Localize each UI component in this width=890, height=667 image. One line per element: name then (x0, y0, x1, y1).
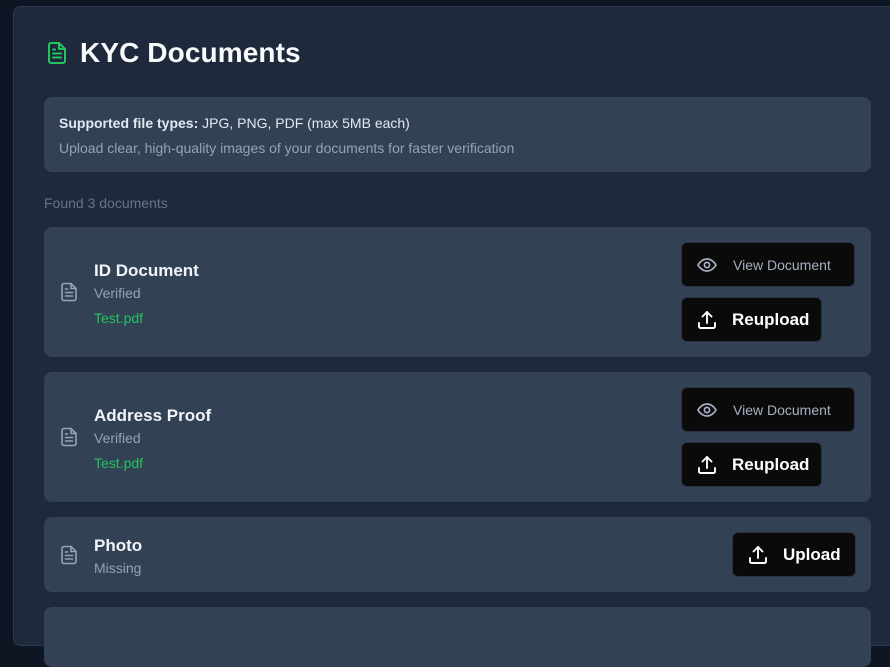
document-name: ID Document (94, 261, 199, 280)
reupload-label: Reupload (732, 454, 810, 474)
reupload-button[interactable]: Reupload (681, 442, 822, 487)
kyc-documents-panel: KYC Documents Supported file types: JPG,… (13, 6, 890, 667)
document-status: Verified (94, 430, 141, 446)
document-name: Address Proof (94, 406, 212, 425)
page-title: KYC Documents (80, 37, 301, 68)
upload-icon (697, 310, 717, 330)
file-text-icon (60, 427, 78, 447)
eye-icon (697, 257, 717, 273)
documents-count: Found 3 documents (44, 195, 168, 211)
upload-button[interactable]: Upload (732, 532, 856, 577)
view-document-button[interactable]: View Document (681, 242, 855, 287)
reupload-label: Reupload (732, 309, 810, 329)
document-status: Missing (94, 560, 142, 576)
document-file-link[interactable]: Test.pdf (94, 455, 143, 471)
upload-label: Upload (783, 544, 841, 564)
view-document-label: View Document (733, 256, 831, 273)
view-document-label: View Document (733, 401, 831, 418)
upload-icon (748, 545, 768, 565)
eye-icon (697, 402, 717, 418)
document-card-id: ID Document Verified Test.pdf View Docum… (44, 227, 871, 357)
document-status: Verified (94, 285, 141, 301)
upload-icon (697, 455, 717, 475)
file-text-icon (60, 545, 78, 565)
view-document-button[interactable]: View Document (681, 387, 855, 432)
file-text-icon (60, 282, 78, 302)
upload-hint: Upload clear, high-quality images of you… (59, 140, 515, 156)
document-file-link[interactable]: Test.pdf (94, 310, 143, 326)
document-card-next (44, 607, 871, 667)
document-name: Photo (94, 536, 143, 555)
document-card-photo: Photo Missing Upload (44, 517, 871, 592)
panel-header: KYC Documents (46, 37, 301, 69)
supported-types-label: Supported file types: (59, 115, 199, 131)
reupload-button[interactable]: Reupload (681, 297, 822, 342)
supported-types-line: Supported file types: JPG, PNG, PDF (max… (59, 114, 856, 132)
supported-file-types-info: Supported file types: JPG, PNG, PDF (max… (44, 97, 871, 172)
supported-types-value: JPG, PNG, PDF (max 5MB each) (198, 115, 410, 131)
document-card-address: Address Proof Verified Test.pdf View Doc… (44, 372, 871, 502)
document-icon (46, 41, 68, 65)
